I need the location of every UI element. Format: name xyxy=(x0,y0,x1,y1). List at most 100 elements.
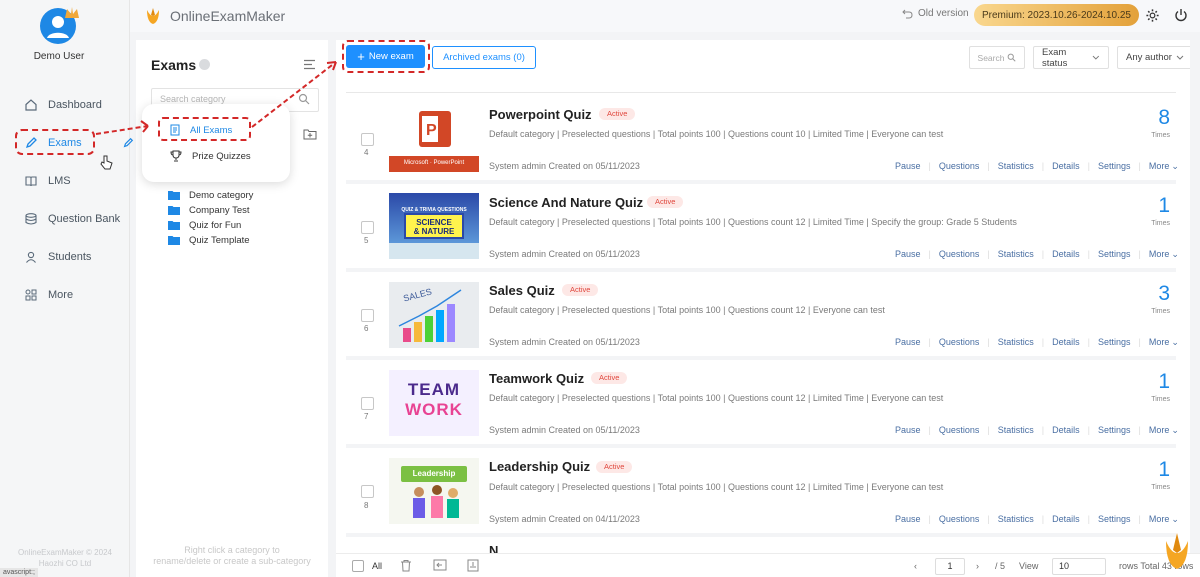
settings-link[interactable]: Settings xyxy=(1098,337,1131,348)
more-link[interactable]: More xyxy=(1149,514,1170,525)
times-count: 1 xyxy=(1158,194,1170,217)
more-link[interactable]: More xyxy=(1149,337,1170,348)
exam-thumbnail: QUIZ & TRIVIA QUESTIONS SCIENCE & NATURE xyxy=(389,193,479,259)
pause-link[interactable]: Pause xyxy=(895,249,921,260)
thumbnail-caption: Microsoft · PowerPoint xyxy=(403,160,465,166)
exam-created: System admin Created on 05/11/2023 xyxy=(489,249,640,259)
rows-per-page-select[interactable]: 10 xyxy=(1052,558,1106,575)
statistics-link[interactable]: Statistics xyxy=(998,514,1034,525)
exam-meta: Default category | Preselected questions… xyxy=(489,482,944,492)
row-checkbox[interactable] xyxy=(361,397,374,410)
thumbnail-caption: QUIZ & TRIVIA QUESTIONS xyxy=(401,207,467,213)
details-link[interactable]: Details xyxy=(1052,161,1080,172)
scrollbar[interactable] xyxy=(1190,40,1200,577)
prev-page-icon[interactable]: ‹ xyxy=(914,561,917,571)
row-number: 6 xyxy=(364,324,369,333)
pause-link[interactable]: Pause xyxy=(895,337,921,348)
exam-thumbnail: P Microsoft · PowerPoint xyxy=(389,106,479,172)
questions-link[interactable]: Questions xyxy=(939,249,980,260)
exam-row[interactable]: 8 Leadership Leadership Quiz Active Defa… xyxy=(346,448,1179,532)
row-number: 8 xyxy=(364,501,369,510)
pause-link[interactable]: Pause xyxy=(895,514,921,525)
details-link[interactable]: Details xyxy=(1052,514,1080,525)
settings-link[interactable]: Settings xyxy=(1098,514,1131,525)
exam-meta: Default category | Preselected questions… xyxy=(489,393,944,403)
exam-title-partial[interactable]: N xyxy=(489,543,498,553)
exam-title[interactable]: Powerpoint Quiz xyxy=(489,107,592,122)
status-badge: Active xyxy=(647,196,684,208)
pause-link[interactable]: Pause xyxy=(895,425,921,436)
exam-title[interactable]: Sales Quiz xyxy=(489,283,555,298)
exam-row[interactable]: 4 P Microsoft · PowerPoint Powerpoint Qu… xyxy=(346,96,1179,180)
row-actions: Pause | Questions | Statistics | Details | S… xyxy=(895,161,1179,172)
exam-thumbnail: TEAM WORK xyxy=(389,370,479,436)
exam-created: System admin Created on 04/11/2023 xyxy=(489,514,640,524)
row-actions: Pause | Questions | Statistics | Details | S… xyxy=(895,425,1179,436)
exam-thumbnail: SALES xyxy=(389,282,479,348)
questions-link[interactable]: Questions xyxy=(939,337,980,348)
people-illustration xyxy=(413,485,459,518)
times-label: Times xyxy=(1151,308,1170,315)
settings-link[interactable]: Settings xyxy=(1098,161,1131,172)
row-actions: Pause | Questions | Statistics | Details | S… xyxy=(895,337,1179,348)
floating-logo-icon[interactable] xyxy=(1160,531,1194,571)
details-link[interactable]: Details xyxy=(1052,425,1080,436)
times-label: Times xyxy=(1151,132,1170,139)
status-badge: Active xyxy=(562,284,599,296)
times-label: Times xyxy=(1151,484,1170,491)
next-page-icon[interactable]: › xyxy=(976,561,979,571)
times-label: Times xyxy=(1151,396,1170,403)
row-number: 4 xyxy=(364,148,369,157)
times-count: 8 xyxy=(1158,106,1170,129)
thumbnail-text: WORK xyxy=(405,400,463,419)
more-link[interactable]: More xyxy=(1149,425,1170,436)
more-link[interactable]: More xyxy=(1149,161,1170,172)
exam-title[interactable]: Leadership Quiz xyxy=(489,459,590,474)
exam-meta: Default category | Preselected questions… xyxy=(489,217,1017,227)
row-checkbox[interactable] xyxy=(361,309,374,322)
exam-thumbnail: Leadership xyxy=(389,458,479,524)
total-pages: / 5 xyxy=(995,561,1006,571)
exam-row[interactable]: 6 SALES Sales Quiz Active Default catego… xyxy=(346,272,1179,356)
view-label: View xyxy=(1019,561,1039,571)
exam-row[interactable]: 5 QUIZ & TRIVIA QUESTIONS SCIENCE & NATU… xyxy=(346,184,1179,268)
status-badge: Active xyxy=(591,372,628,384)
statistics-link[interactable]: Statistics xyxy=(998,161,1034,172)
list-divider xyxy=(346,92,1176,93)
statistics-link[interactable]: Statistics xyxy=(998,425,1034,436)
exam-created: System admin Created on 05/11/2023 xyxy=(489,425,640,435)
row-checkbox[interactable] xyxy=(361,133,374,146)
row-checkbox[interactable] xyxy=(361,485,374,498)
exam-title[interactable]: Science And Nature Quiz xyxy=(489,195,643,210)
times-count: 1 xyxy=(1158,370,1170,393)
questions-link[interactable]: Questions xyxy=(939,514,980,525)
questions-link[interactable]: Questions xyxy=(939,161,980,172)
thumbnail-floor xyxy=(389,243,479,259)
settings-link[interactable]: Settings xyxy=(1098,249,1131,260)
more-link[interactable]: More xyxy=(1149,249,1170,260)
questions-link[interactable]: Questions xyxy=(939,425,980,436)
row-actions: Pause | Questions | Statistics | Details | S… xyxy=(895,514,1179,525)
thumbnail-text: SCIENCE xyxy=(416,218,452,227)
exam-title[interactable]: Teamwork Quiz xyxy=(489,371,584,386)
move-icon[interactable] xyxy=(433,559,447,571)
trash-icon[interactable] xyxy=(400,559,412,572)
statistics-link[interactable]: Statistics xyxy=(998,337,1034,348)
bottom-bar: All ‹ 1 › / 5 View 10 rows Total 43 rows xyxy=(336,553,1200,577)
rows-value: 10 xyxy=(1059,561,1070,571)
settings-link[interactable]: Settings xyxy=(1098,425,1131,436)
exam-row[interactable]: 7 TEAM WORK Teamwork Quiz Active Default… xyxy=(346,360,1179,444)
select-all-label: All xyxy=(372,561,383,571)
statistics-link[interactable]: Statistics xyxy=(998,249,1034,260)
details-link[interactable]: Details xyxy=(1052,249,1080,260)
exam-created: System admin Created on 05/11/2023 xyxy=(489,161,640,171)
row-checkbox[interactable] xyxy=(361,221,374,234)
thumbnail-text: & NATURE xyxy=(413,227,455,236)
pause-link[interactable]: Pause xyxy=(895,161,921,172)
times-count: 1 xyxy=(1158,458,1170,481)
details-link[interactable]: Details xyxy=(1052,337,1080,348)
exam-meta: Default category | Preselected questions… xyxy=(489,129,944,139)
archive-icon[interactable] xyxy=(467,559,479,572)
select-all-checkbox[interactable] xyxy=(352,560,364,572)
page-input[interactable]: 1 xyxy=(935,558,965,575)
